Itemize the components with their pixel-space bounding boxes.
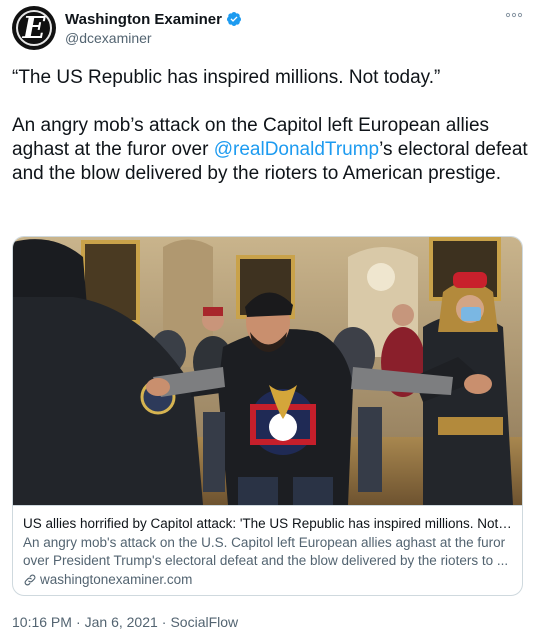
- verified-badge-icon: [226, 12, 241, 26]
- tweet-source[interactable]: SocialFlow: [170, 614, 238, 630]
- avatar[interactable]: E: [12, 6, 56, 50]
- meta-separator: ·: [75, 614, 81, 630]
- washington-examiner-logo: E: [22, 11, 46, 46]
- handle[interactable]: @dcexaminer: [65, 30, 242, 46]
- more-options-icon[interactable]: [504, 8, 524, 22]
- tweet-quote: “The US Republic has inspired millions. …: [12, 67, 441, 88]
- card-domain-text[interactable]: washingtonexaminer.com: [40, 571, 192, 589]
- tweet-header: E Washington Examiner @dcexaminer: [12, 6, 528, 50]
- link-icon: [24, 574, 36, 586]
- link-card[interactable]: US allies horrified by Capitol attack: '…: [12, 236, 523, 596]
- tweet-date[interactable]: Jan 6, 2021: [85, 614, 158, 630]
- display-name[interactable]: Washington Examiner: [65, 11, 222, 28]
- tweet-meta: 10:16 PM · Jan 6, 2021 · SocialFlow: [12, 614, 238, 630]
- card-body[interactable]: US allies horrified by Capitol attack: '…: [13, 505, 522, 595]
- mention-link[interactable]: @realDonaldTrump: [214, 139, 379, 160]
- tweet-body: An angry mob’s attack on the Capitol lef…: [12, 114, 528, 186]
- tweet-time[interactable]: 10:16 PM: [12, 614, 72, 630]
- card-description: An angry mob's attack on the U.S. Capito…: [23, 535, 509, 568]
- tweet: E Washington Examiner @dcexaminer “The U…: [0, 0, 540, 642]
- tweet-text: “The US Republic has inspired millions. …: [12, 66, 528, 186]
- display-name-row: Washington Examiner: [65, 10, 242, 28]
- card-title[interactable]: US allies horrified by Capitol attack: '…: [23, 515, 514, 533]
- account-names: Washington Examiner @dcexaminer: [65, 10, 242, 46]
- card-domain[interactable]: washingtonexaminer.com: [23, 571, 514, 589]
- card-photo[interactable]: [13, 237, 523, 505]
- meta-separator: ·: [161, 614, 167, 630]
